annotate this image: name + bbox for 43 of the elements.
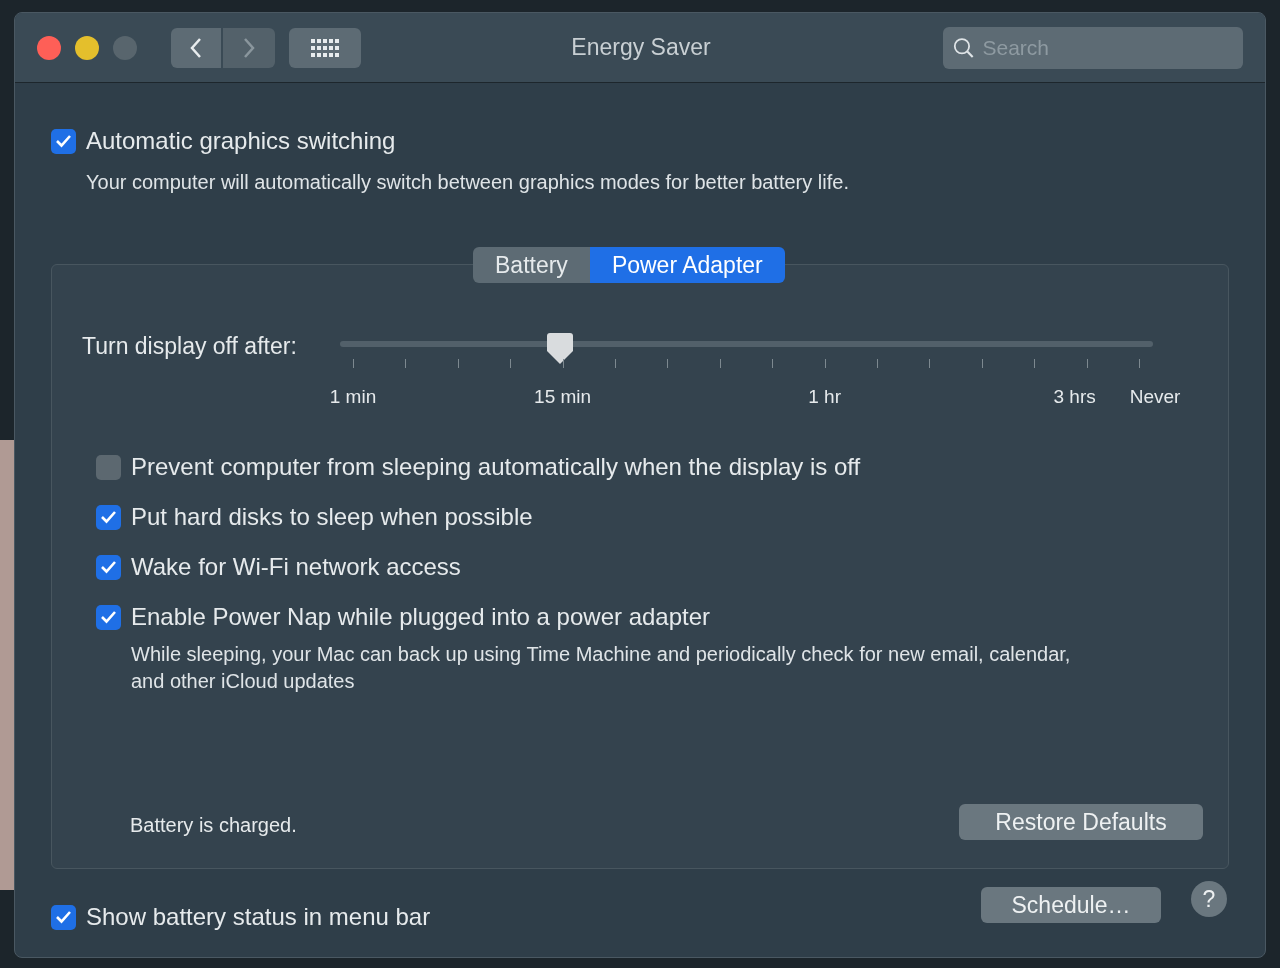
checkbox-label: Show battery status in menu bar	[86, 902, 431, 932]
chevron-right-icon	[242, 36, 256, 59]
search-icon	[953, 35, 975, 60]
description-text: Your computer will automatically switch between graphics modes for better battery life.	[86, 170, 850, 195]
checkbox[interactable]	[96, 454, 121, 480]
tick-label: 15 min	[534, 385, 592, 409]
checkmark-icon	[55, 134, 72, 148]
checkbox-label: Put hard disks to sleep when possible	[131, 502, 533, 532]
schedule-button[interactable]: Schedule…	[981, 887, 1161, 923]
slider-label: Turn display off after:	[82, 332, 298, 361]
tick-label: 1 hr	[808, 385, 841, 409]
tick-label: 1 min	[329, 385, 377, 409]
show-all-button[interactable]	[289, 27, 361, 68]
tab[interactable]: Battery	[473, 247, 590, 283]
checkbox[interactable]	[96, 504, 121, 530]
checkmark-icon	[100, 510, 117, 524]
tick-label: Never	[1129, 385, 1181, 409]
minimize-button[interactable]	[75, 35, 99, 60]
checkbox-label: Enable Power Nap while plugged into a power adapter	[131, 602, 711, 632]
restore-defaults-button[interactable]: Restore Defaults	[959, 804, 1203, 840]
checkbox-label: Prevent computer from sleeping automatically when the display is off	[131, 452, 861, 482]
description-text: While sleeping, your Mac can back up using Time Machine and periodically check for new email, calendar, and other iCloud updates	[131, 642, 1072, 694]
slider[interactable]	[340, 333, 1153, 365]
back-button[interactable]	[171, 27, 221, 68]
checkmark-icon	[100, 560, 117, 574]
checkbox[interactable]	[96, 604, 121, 630]
close-button[interactable]	[37, 35, 61, 60]
checkbox[interactable]	[51, 128, 76, 154]
checkmark-icon	[55, 910, 72, 924]
help-button[interactable]: ?	[1191, 881, 1227, 917]
checkmark-icon	[100, 610, 117, 624]
window-title: Energy Saver	[570, 33, 712, 63]
checkbox[interactable]	[51, 904, 76, 930]
status-text: Battery is charged.	[130, 813, 297, 838]
chevron-left-icon	[189, 36, 203, 59]
tab[interactable]: Power Adapter	[589, 247, 785, 283]
checkbox-label: Wake for Wi-Fi network access	[131, 552, 461, 582]
forward-button[interactable]	[223, 27, 275, 68]
grid-icon	[311, 38, 339, 57]
slider-thumb[interactable]	[545, 333, 574, 365]
checkbox-label: Automatic graphics switching	[86, 126, 396, 156]
tick-label: 3 hrs	[1053, 385, 1096, 409]
checkbox[interactable]	[96, 554, 121, 580]
